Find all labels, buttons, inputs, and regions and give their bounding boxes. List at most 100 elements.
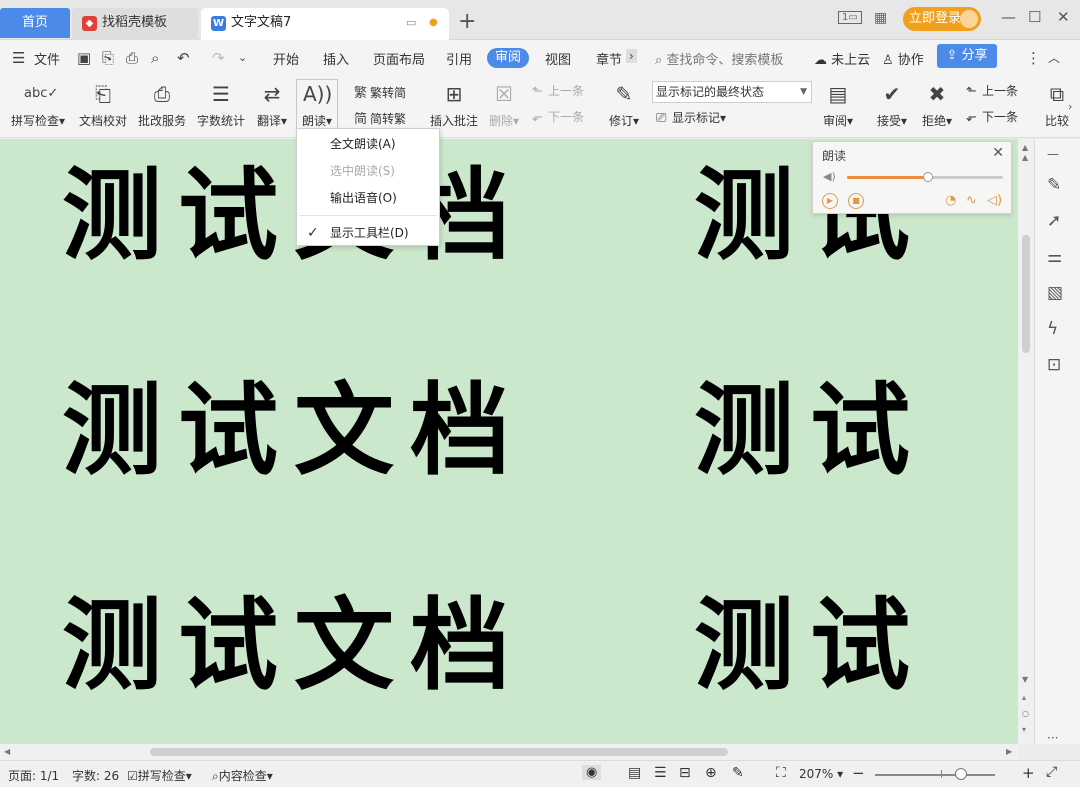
print-icon[interactable]: ⎙ xyxy=(126,49,138,67)
hamburger-menu-icon[interactable]: ☰ xyxy=(12,49,25,67)
voice-settings-icon[interactable]: ◁) xyxy=(987,193,1002,208)
review-service-button[interactable]: ⎙ 批改服务 xyxy=(136,80,188,129)
collaborate-button[interactable]: ♙ 协作 xyxy=(882,49,924,68)
page-indicator[interactable]: 页面: 1/1 xyxy=(8,767,59,784)
simp-to-trad-button[interactable]: 简简转繁 xyxy=(354,108,406,127)
cursor-icon[interactable]: ➚ xyxy=(1047,211,1061,231)
scroll-up-icon[interactable]: ▲ xyxy=(1022,143,1028,152)
menu-file[interactable]: 文件 xyxy=(34,49,60,68)
fullscreen-icon[interactable]: ⤢ xyxy=(1046,764,1057,780)
horizontal-scroll-thumb[interactable] xyxy=(150,748,728,756)
track-changes-button[interactable]: ✎ 修订▾ xyxy=(606,80,642,129)
menu-item-read-all[interactable]: 全文朗读(A) xyxy=(297,131,439,157)
pen-icon[interactable]: ✎ xyxy=(1047,175,1061,195)
play-icon[interactable]: ▶ xyxy=(822,193,838,209)
zoom-level-dropdown[interactable]: 207% ▾ xyxy=(799,767,843,781)
close-icon[interactable]: ✕ xyxy=(992,145,1004,161)
word-count-button[interactable]: ☰ 字数统计 xyxy=(195,80,247,129)
more-icon[interactable]: ··· xyxy=(1047,731,1058,745)
redo-icon[interactable]: ↷ xyxy=(212,49,225,67)
sidebar-collapse-icon[interactable]: — xyxy=(1047,147,1059,161)
fit-page-icon[interactable]: ⛶ xyxy=(776,765,786,781)
translate-button[interactable]: ⇄ 翻译▾ xyxy=(254,80,290,129)
markup-mode-select[interactable]: 显示标记的最终状态 ▼ xyxy=(652,81,812,103)
tab-templates[interactable]: ◆ 找稻壳模板 xyxy=(72,8,198,40)
tab-home[interactable]: 首页 xyxy=(0,8,70,38)
speed-icon[interactable]: ◔ xyxy=(945,193,956,208)
menu-insert[interactable]: 插入 xyxy=(323,49,349,68)
next-comment-button[interactable]: ⬐ 下一条 xyxy=(532,108,584,125)
vertical-scrollbar[interactable]: ▲ ▲ ▼ ▴ ○ ▾ xyxy=(1018,139,1034,744)
next-change-button[interactable]: ⬐ 下一条 xyxy=(966,108,1018,125)
share-button[interactable]: ⇪ 分享 xyxy=(937,44,997,68)
minimize-icon[interactable]: — xyxy=(1001,8,1016,26)
prev-change-button[interactable]: ⬑ 上一条 xyxy=(966,82,1018,99)
document-canvas[interactable]: 测试文档 测试 测试文档 测试 测试文档 测试 xyxy=(0,139,1018,744)
prev-comment-button[interactable]: ⬑ 上一条 xyxy=(532,82,584,99)
apps-grid-icon[interactable]: ▦ xyxy=(874,10,887,26)
book-search-icon[interactable]: ⊡ xyxy=(1047,355,1061,375)
save-icon[interactable]: ▣ xyxy=(77,49,91,67)
new-tab-button[interactable]: + xyxy=(458,8,476,36)
next-page-icon[interactable]: ▾ xyxy=(1022,725,1026,734)
outline-view-icon[interactable]: ☰ xyxy=(654,765,667,781)
scroll-down-icon[interactable]: ▼ xyxy=(1022,675,1028,684)
ribbon-scroll-right-icon[interactable]: › xyxy=(1068,100,1072,113)
adjust-sliders-icon[interactable]: ⚌ xyxy=(1047,247,1062,267)
collapse-ribbon-icon[interactable]: ︿ xyxy=(1048,49,1060,66)
horizontal-scrollbar[interactable]: ◀ ▶ xyxy=(0,744,1018,760)
tab-document[interactable]: W 文字文稿7 ▭ ● xyxy=(201,8,449,40)
menu-section[interactable]: 章节 xyxy=(596,49,622,68)
zoom-out-icon[interactable]: − xyxy=(852,764,865,782)
scroll-right-icon[interactable]: ▶ xyxy=(1006,747,1012,756)
volume-slider-handle[interactable] xyxy=(923,172,934,182)
reading-view-icon[interactable]: ⊟ xyxy=(679,765,691,781)
zoom-in-icon[interactable]: + xyxy=(1022,764,1035,782)
image-icon[interactable]: ▧ xyxy=(1047,283,1063,303)
page-view-icon[interactable]: ▤ xyxy=(628,765,641,781)
more-tabs-chevron-icon[interactable]: › xyxy=(626,49,637,63)
command-search[interactable]: ⌕ 查找命令、搜索模板 xyxy=(655,49,783,68)
scroll-up-icon-2[interactable]: ▲ xyxy=(1022,153,1028,162)
stop-icon[interactable]: ■ xyxy=(848,193,864,209)
menu-page-layout[interactable]: 页面布局 xyxy=(373,49,425,68)
status-content-check[interactable]: ⌕内容检查▾ xyxy=(212,767,273,784)
review-pane-button[interactable]: ▤ 审阅▾ xyxy=(820,80,856,129)
menu-item-output-audio[interactable]: 输出语音(O) xyxy=(297,185,439,211)
trad-to-simp-button[interactable]: 繁繁转简 xyxy=(354,82,406,101)
insert-comment-button[interactable]: ⊞ 插入批注 xyxy=(428,80,480,129)
write-view-icon[interactable]: ✎ xyxy=(732,765,744,781)
login-button[interactable]: 立即登录 xyxy=(903,7,981,31)
menu-home[interactable]: 开始 xyxy=(273,49,299,68)
window-icon[interactable]: ▭ xyxy=(406,8,416,38)
accept-button[interactable]: ✔ 接受▾ xyxy=(874,80,910,129)
menu-view[interactable]: 视图 xyxy=(545,49,571,68)
delete-comment-button[interactable]: ☒ 删除▾ xyxy=(487,80,521,129)
vertical-scroll-thumb[interactable] xyxy=(1022,235,1030,353)
eye-protection-icon[interactable]: ◉ xyxy=(582,765,602,780)
tab-layout-icon[interactable]: 1▭ xyxy=(838,11,862,24)
spell-check-button[interactable]: abc✓ 拼写检查▾ xyxy=(10,80,66,129)
customize-quick-access-icon[interactable]: ⌄ xyxy=(238,51,247,64)
voice-tone-icon[interactable]: ∿ xyxy=(966,193,977,208)
doc-proofread-button[interactable]: ⎗ 文档校对 xyxy=(77,80,129,129)
close-icon[interactable]: ✕ xyxy=(1057,8,1070,26)
menu-item-read-selection[interactable]: 选中朗读(S) xyxy=(297,158,439,184)
scroll-left-icon[interactable]: ◀ xyxy=(4,747,10,756)
zoom-slider-handle[interactable] xyxy=(955,768,967,780)
status-spell-check[interactable]: ☑拼写检查▾ xyxy=(127,767,192,784)
maximize-icon[interactable]: ☐ xyxy=(1028,8,1041,26)
web-view-icon[interactable]: ⊕ xyxy=(705,765,717,781)
print-preview-icon[interactable]: ⌕ xyxy=(151,49,159,67)
zoom-slider[interactable] xyxy=(875,774,995,776)
show-markup-button[interactable]: ⎚ 显示标记▾ xyxy=(656,109,726,126)
reject-button[interactable]: ✖ 拒绝▾ xyxy=(919,80,955,129)
select-browse-object-icon[interactable]: ○ xyxy=(1022,709,1029,718)
cloud-status[interactable]: ☁ 未上云 xyxy=(814,49,870,68)
prev-page-icon[interactable]: ▴ xyxy=(1022,693,1026,702)
export-pdf-icon[interactable]: ⎘ xyxy=(102,49,114,67)
lightning-icon[interactable]: ϟ xyxy=(1047,319,1058,339)
more-options-icon[interactable]: ⋮ xyxy=(1026,49,1041,67)
menu-references[interactable]: 引用 xyxy=(446,49,472,68)
word-count-indicator[interactable]: 字数: 26 xyxy=(72,767,119,784)
